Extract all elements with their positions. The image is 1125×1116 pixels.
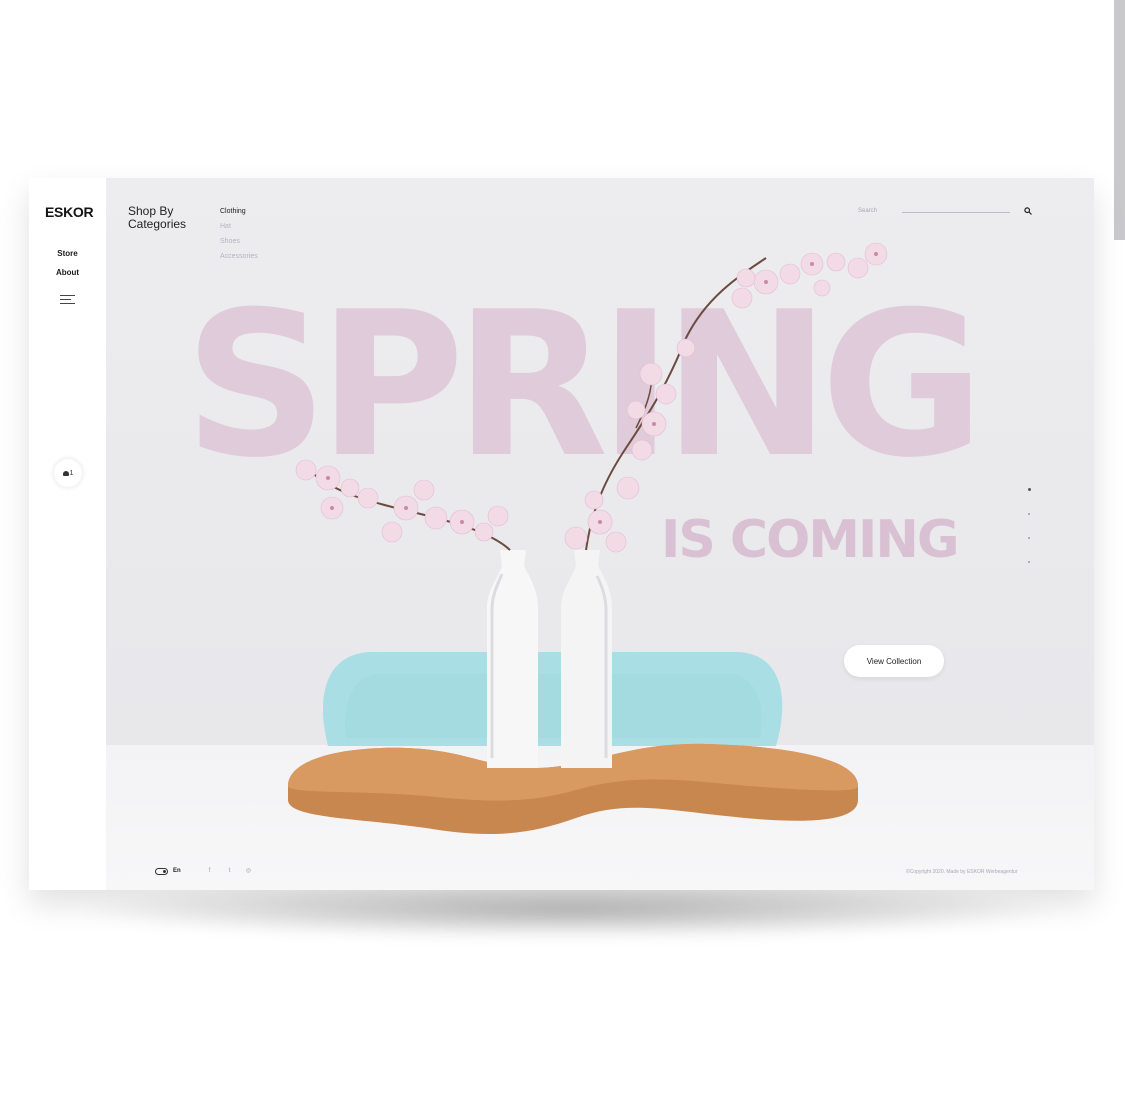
slide-pagination	[1028, 488, 1031, 585]
category-link-clothing[interactable]: Clothing	[220, 204, 258, 219]
brand-logo[interactable]: ESKOR	[45, 204, 94, 220]
vase-right	[561, 550, 612, 768]
language-toggle[interactable]	[155, 868, 168, 875]
sidebar: ESKOR Store About 1	[29, 178, 106, 890]
shopping-bag-icon	[62, 470, 69, 476]
hamburger-menu-icon[interactable]	[60, 295, 75, 304]
shop-by-categories-heading: Shop By Categories	[128, 204, 187, 231]
instagram-icon[interactable]: ◎	[245, 868, 252, 875]
category-list: Clothing Hat Shoes Accessories	[220, 204, 258, 264]
twitter-icon[interactable]: t	[226, 868, 233, 875]
website-mockup: ESKOR Store About 1 SPRING IS COMING Sho…	[29, 178, 1094, 890]
search-underline	[902, 212, 1010, 213]
category-link-accessories[interactable]: Accessories	[220, 249, 258, 264]
nav-about-link[interactable]: About	[29, 268, 106, 277]
nav-store-link[interactable]: Store	[29, 249, 106, 258]
hero-section: SPRING IS COMING Shop By Categories Clot…	[106, 178, 1094, 890]
slide-dot-1[interactable]	[1028, 488, 1031, 491]
facebook-icon[interactable]: f	[206, 868, 213, 875]
search-input[interactable]: Search	[858, 208, 877, 214]
vase-left	[487, 550, 538, 768]
page-scrollbar[interactable]	[1114, 0, 1125, 240]
copyright-text: ©Copyright 2020. Made by ESKOR Werbeagen…	[906, 869, 1018, 875]
category-link-hat[interactable]: Hat	[220, 219, 258, 234]
language-label[interactable]: En	[173, 868, 181, 874]
category-link-shoes[interactable]: Shoes	[220, 234, 258, 249]
cart-button[interactable]: 1	[54, 459, 82, 487]
view-collection-button[interactable]: View Collection	[844, 645, 944, 677]
search-icon[interactable]	[1024, 207, 1032, 215]
hero-subheadline: IS COMING	[661, 510, 960, 570]
slide-dot-2[interactable]	[1028, 513, 1030, 515]
slide-dot-4[interactable]	[1028, 561, 1030, 563]
cart-count: 1	[69, 469, 74, 477]
slide-dot-3[interactable]	[1028, 537, 1030, 539]
